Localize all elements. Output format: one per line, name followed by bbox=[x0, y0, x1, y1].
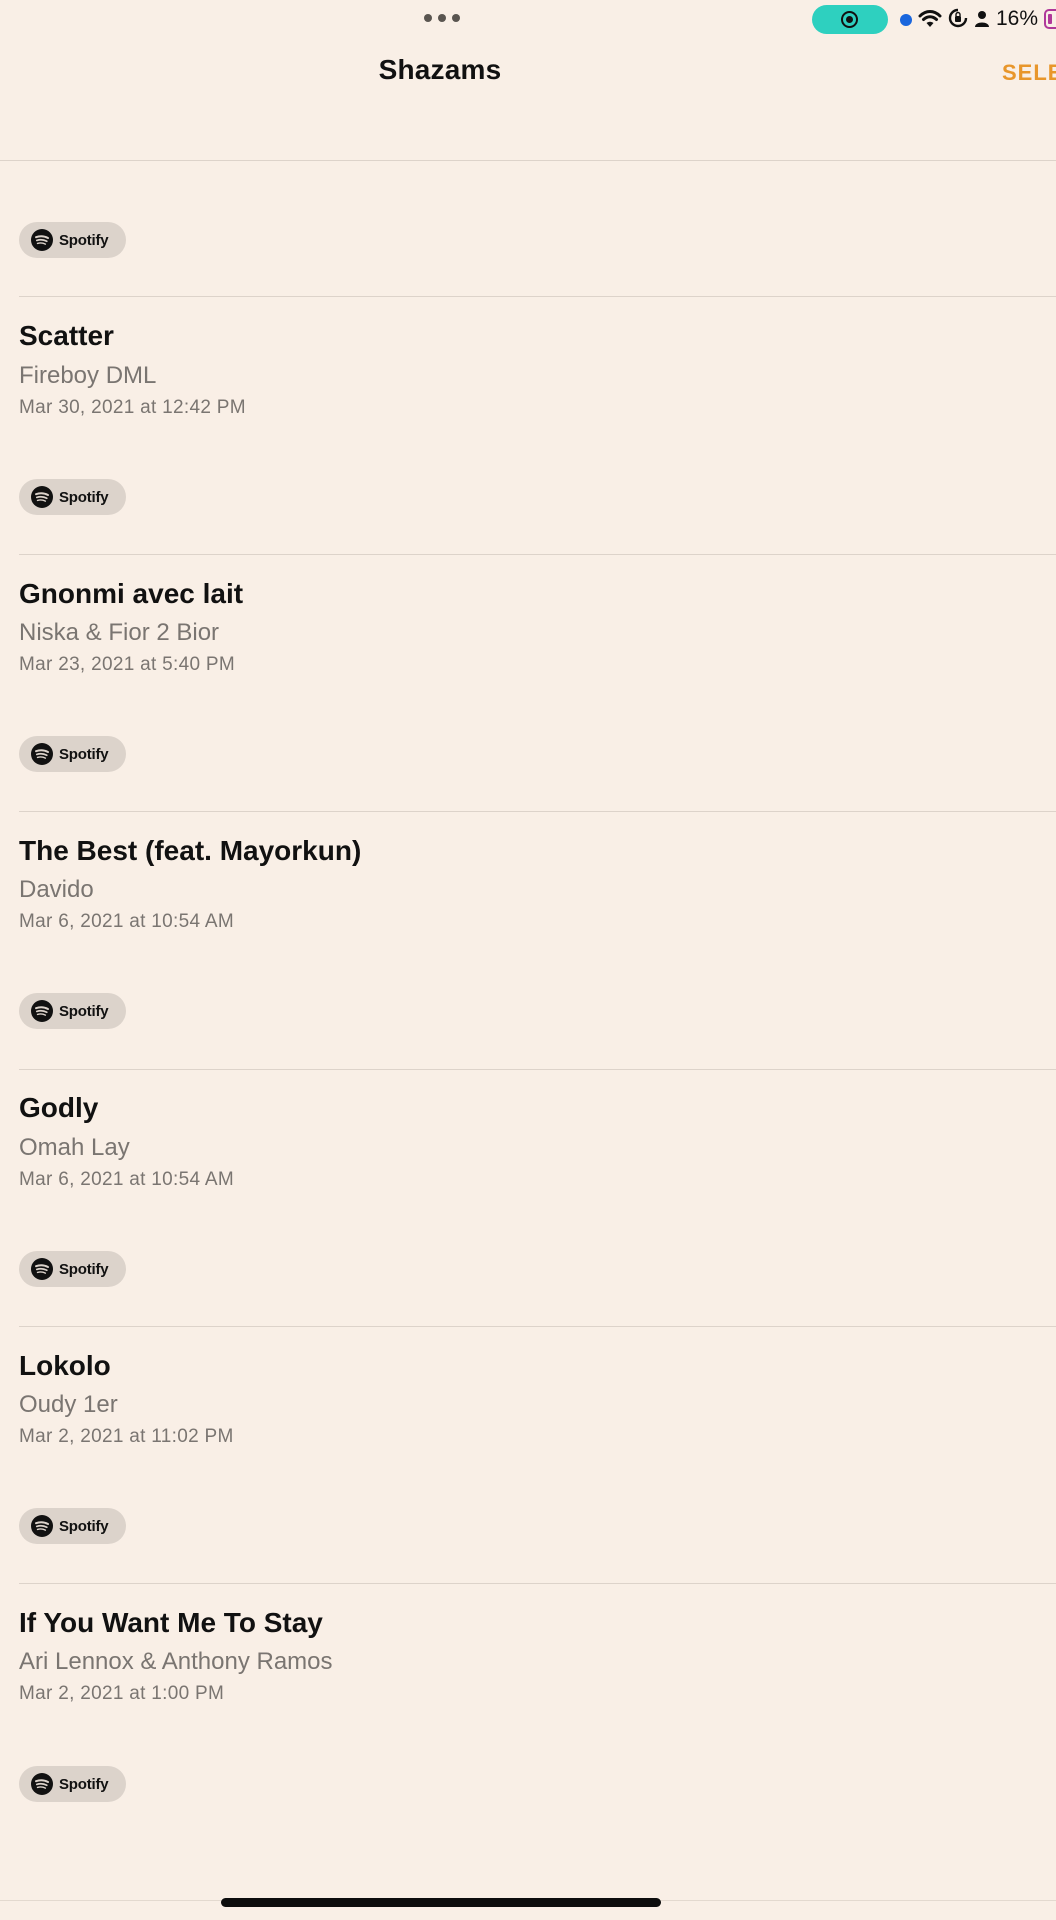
song-artist: Fireboy DML bbox=[19, 362, 157, 389]
spotify-button[interactable]: Spotify bbox=[19, 736, 126, 772]
blue-dot-icon bbox=[900, 14, 912, 26]
spotify-icon bbox=[31, 1258, 53, 1280]
spotify-icon bbox=[31, 1000, 53, 1022]
battery-icon bbox=[1044, 9, 1056, 29]
rotation-lock-icon bbox=[948, 8, 968, 28]
spotify-button[interactable]: Spotify bbox=[19, 1766, 126, 1802]
row-divider bbox=[19, 1583, 1056, 1584]
spotify-button[interactable]: Spotify bbox=[19, 1508, 126, 1544]
screen-record-icon[interactable] bbox=[812, 5, 888, 34]
spotify-icon bbox=[31, 486, 53, 508]
row-divider bbox=[19, 296, 1056, 297]
spotify-label: Spotify bbox=[59, 488, 109, 506]
song-date: Mar 2, 2021 at 1:00 PM bbox=[19, 1683, 225, 1704]
song-title: Lokolo bbox=[19, 1350, 111, 1381]
spotify-label: Spotify bbox=[59, 1002, 109, 1020]
person-icon bbox=[975, 11, 989, 27]
song-artist: Niska & Fior 2 Bior bbox=[19, 619, 220, 646]
song-artist: Ari Lennox & Anthony Ramos bbox=[19, 1648, 333, 1675]
spotify-icon bbox=[31, 1515, 53, 1537]
spotify-label: Spotify bbox=[59, 1517, 109, 1535]
song-date: Mar 6, 2021 at 10:54 AM bbox=[19, 911, 234, 932]
select-button[interactable]: SELE bbox=[1002, 60, 1056, 86]
spotify-label: Spotify bbox=[59, 745, 109, 763]
row-divider bbox=[19, 554, 1056, 555]
row-divider bbox=[19, 1069, 1056, 1070]
song-date: Mar 23, 2021 at 5:40 PM bbox=[19, 654, 236, 675]
spotify-label: Spotify bbox=[59, 1260, 109, 1278]
spotify-label: Spotify bbox=[59, 231, 109, 249]
spotify-button[interactable]: Spotify bbox=[19, 479, 126, 515]
home-indicator[interactable] bbox=[221, 1898, 661, 1907]
spotify-label: Spotify bbox=[59, 1775, 109, 1793]
header-divider bbox=[0, 160, 1056, 161]
spotify-icon bbox=[31, 1773, 53, 1795]
song-artist: Omah Lay bbox=[19, 1134, 130, 1161]
song-title: Gnonmi avec lait bbox=[19, 578, 244, 609]
spotify-icon bbox=[31, 229, 53, 251]
battery-percent: 16% bbox=[996, 7, 1039, 30]
status-bar: 16% bbox=[0, 0, 1056, 40]
song-title: Godly bbox=[19, 1092, 99, 1123]
spotify-button[interactable]: Spotify bbox=[19, 993, 126, 1029]
song-artist: Oudy 1er bbox=[19, 1391, 118, 1418]
wifi-icon bbox=[918, 10, 942, 27]
song-title: If You Want Me To Stay bbox=[19, 1607, 323, 1638]
multitasking-dots-icon[interactable] bbox=[424, 14, 460, 22]
spotify-icon bbox=[31, 743, 53, 765]
song-date: Mar 2, 2021 at 11:02 PM bbox=[19, 1426, 234, 1447]
row-divider bbox=[19, 811, 1056, 812]
row-divider bbox=[19, 1326, 1056, 1327]
spotify-button[interactable]: Spotify bbox=[19, 222, 126, 258]
spotify-button[interactable]: Spotify bbox=[19, 1251, 126, 1287]
song-title: Scatter bbox=[19, 320, 114, 351]
song-artist: Davido bbox=[19, 876, 94, 903]
page-title: Shazams bbox=[378, 54, 502, 85]
song-date: Mar 6, 2021 at 10:54 AM bbox=[19, 1169, 234, 1190]
song-title: The Best (feat. Mayorkun) bbox=[19, 835, 362, 866]
song-date: Mar 30, 2021 at 12:42 PM bbox=[19, 397, 246, 418]
